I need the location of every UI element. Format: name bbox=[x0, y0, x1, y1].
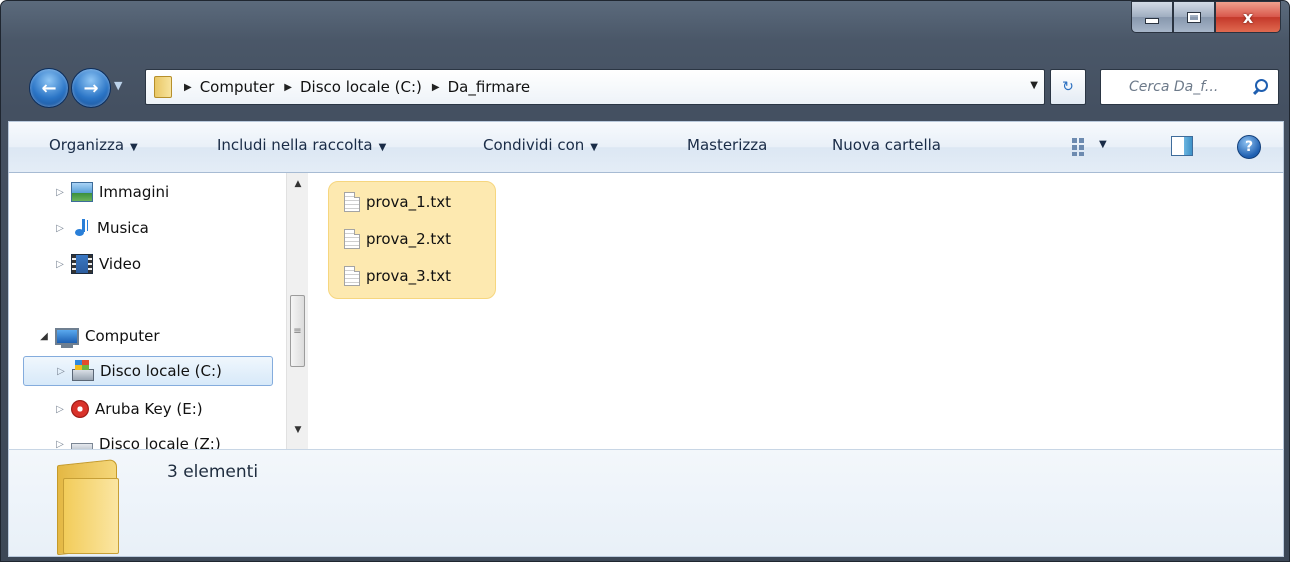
scroll-up-icon[interactable]: ▲ bbox=[287, 179, 308, 197]
nav-item-aruba-key[interactable]: ▷ Aruba Key (E:) bbox=[53, 394, 203, 424]
back-button[interactable]: ← bbox=[29, 68, 69, 108]
expand-arrow-icon[interactable]: ▷ bbox=[53, 259, 67, 270]
expand-arrow-icon[interactable]: ▷ bbox=[54, 366, 68, 377]
expand-arrow-icon[interactable]: ▷ bbox=[53, 439, 67, 450]
text-file-icon bbox=[344, 229, 360, 249]
music-icon bbox=[71, 219, 91, 237]
preview-pane-icon[interactable] bbox=[1171, 136, 1193, 156]
breadcrumb-arrow-icon[interactable]: ▶ bbox=[284, 82, 292, 93]
view-dropdown-icon[interactable]: ▼ bbox=[1099, 139, 1107, 150]
nav-item-label: Aruba Key (E:) bbox=[95, 400, 203, 418]
search-input[interactable]: Cerca Da_f... bbox=[1100, 69, 1279, 105]
nav-item-pictures[interactable]: ▷ Immagini bbox=[53, 177, 169, 207]
folder-icon bbox=[154, 76, 172, 98]
details-pane: 3 elementi bbox=[8, 449, 1284, 557]
forward-button[interactable]: → bbox=[71, 68, 111, 108]
refresh-icon: ↻ bbox=[1062, 79, 1074, 95]
pictures-icon bbox=[71, 182, 93, 202]
nav-item-label: Video bbox=[99, 255, 142, 273]
share-with-label: Condividi con bbox=[483, 136, 585, 154]
back-arrow-icon: ← bbox=[41, 77, 57, 99]
maximize-button[interactable] bbox=[1173, 1, 1215, 33]
folder-icon bbox=[57, 456, 119, 556]
aruba-key-icon bbox=[71, 400, 89, 418]
minimize-icon bbox=[1145, 18, 1159, 24]
file-name: prova_2.txt bbox=[366, 230, 452, 248]
file-item[interactable]: prova_3.txt bbox=[344, 261, 451, 291]
nav-item-label: Musica bbox=[97, 219, 149, 237]
close-icon: x bbox=[1242, 7, 1254, 27]
file-name: prova_3.txt bbox=[366, 267, 452, 285]
navigation-pane: ▷ Immagini ▷ Musica ▷ Video ◢ Computer ▷… bbox=[8, 173, 308, 449]
breadcrumb-arrow-icon[interactable]: ▶ bbox=[184, 82, 192, 93]
nav-item-computer[interactable]: ◢ Computer bbox=[37, 321, 160, 351]
item-count: 3 elementi bbox=[167, 462, 259, 482]
text-file-icon bbox=[344, 266, 360, 286]
breadcrumb-arrow-icon[interactable]: ▶ bbox=[432, 82, 440, 93]
nav-item-label: Computer bbox=[85, 327, 160, 345]
nav-item-music[interactable]: ▷ Musica bbox=[53, 213, 149, 243]
breadcrumb-drive[interactable]: Disco locale (C:) bbox=[300, 78, 422, 96]
scroll-thumb[interactable]: ≡ bbox=[290, 295, 305, 367]
nav-item-video[interactable]: ▷ Video bbox=[53, 249, 141, 279]
video-icon bbox=[71, 254, 93, 274]
expand-arrow-icon[interactable]: ▷ bbox=[53, 187, 67, 198]
windows-drive-icon bbox=[72, 360, 94, 381]
command-bar: Organizza ▼ Includi nella raccolta ▼ Condi… bbox=[8, 121, 1284, 173]
new-folder-button[interactable]: Nuova cartella bbox=[832, 136, 941, 154]
maximize-icon bbox=[1187, 11, 1201, 23]
help-icon[interactable]: ? bbox=[1237, 135, 1261, 159]
burn-button[interactable]: Masterizza bbox=[687, 136, 767, 154]
address-bar[interactable]: ▶ Computer ▶ Disco locale (C:) ▶ Da_firm… bbox=[145, 69, 1045, 105]
nav-item-label: Immagini bbox=[99, 183, 170, 201]
search-icon[interactable] bbox=[1250, 76, 1272, 98]
address-dropdown-icon[interactable]: ▼ bbox=[1030, 80, 1038, 91]
file-item[interactable]: prova_2.txt bbox=[344, 224, 451, 254]
chevron-down-icon: ▼ bbox=[590, 142, 598, 153]
share-with-button[interactable]: Condividi con ▼ bbox=[483, 136, 598, 154]
navigation-bar: ← → ▼ ▶ Computer ▶ Disco locale (C:) ▶ D… bbox=[1, 63, 1290, 113]
minimize-button[interactable] bbox=[1131, 1, 1173, 33]
close-button[interactable]: x bbox=[1215, 1, 1281, 33]
nav-item-label: Disco locale (Z:) bbox=[99, 435, 221, 449]
expand-arrow-icon[interactable]: ▷ bbox=[53, 404, 67, 415]
view-options-icon[interactable] bbox=[1072, 138, 1090, 156]
nav-item-drive-z[interactable]: ▷ Disco locale (Z:) bbox=[53, 429, 221, 449]
search-placeholder: Cerca Da_f... bbox=[1129, 79, 1219, 95]
chevron-down-icon: ▼ bbox=[378, 142, 387, 153]
include-library-label: Includi nella raccolta bbox=[217, 136, 373, 154]
refresh-button[interactable]: ↻ bbox=[1050, 69, 1086, 105]
nav-scrollbar[interactable]: ▲ ≡ ▼ bbox=[286, 173, 308, 449]
expand-arrow-icon[interactable]: ▷ bbox=[53, 223, 67, 234]
caption-buttons: x bbox=[1131, 1, 1281, 35]
breadcrumb-folder[interactable]: Da_firmare bbox=[448, 78, 530, 96]
file-list: prova_1.txt prova_2.txt prova_3.txt bbox=[308, 173, 1284, 449]
breadcrumb-computer[interactable]: Computer bbox=[200, 78, 275, 96]
collapse-arrow-icon[interactable]: ◢ bbox=[37, 331, 51, 342]
chevron-down-icon: ▼ bbox=[130, 142, 138, 153]
organize-label: Organizza bbox=[49, 136, 125, 154]
text-file-icon bbox=[344, 192, 360, 212]
file-name: prova_1.txt bbox=[366, 193, 452, 211]
organize-button[interactable]: Organizza ▼ bbox=[49, 136, 138, 154]
nav-item-drive-c[interactable]: ▷ Disco locale (C:) bbox=[23, 356, 273, 386]
computer-icon bbox=[55, 327, 79, 348]
recent-pages-dropdown[interactable]: ▼ bbox=[114, 79, 122, 92]
explorer-window: x ← → ▼ ▶ Computer ▶ Disco locale (C:) ▶… bbox=[0, 0, 1290, 562]
forward-arrow-icon: → bbox=[83, 77, 99, 99]
include-library-button[interactable]: Includi nella raccolta ▼ bbox=[217, 136, 386, 154]
scroll-down-icon[interactable]: ▼ bbox=[287, 425, 308, 443]
nav-item-label: Disco locale (C:) bbox=[100, 362, 222, 380]
file-item[interactable]: prova_1.txt bbox=[344, 187, 451, 217]
